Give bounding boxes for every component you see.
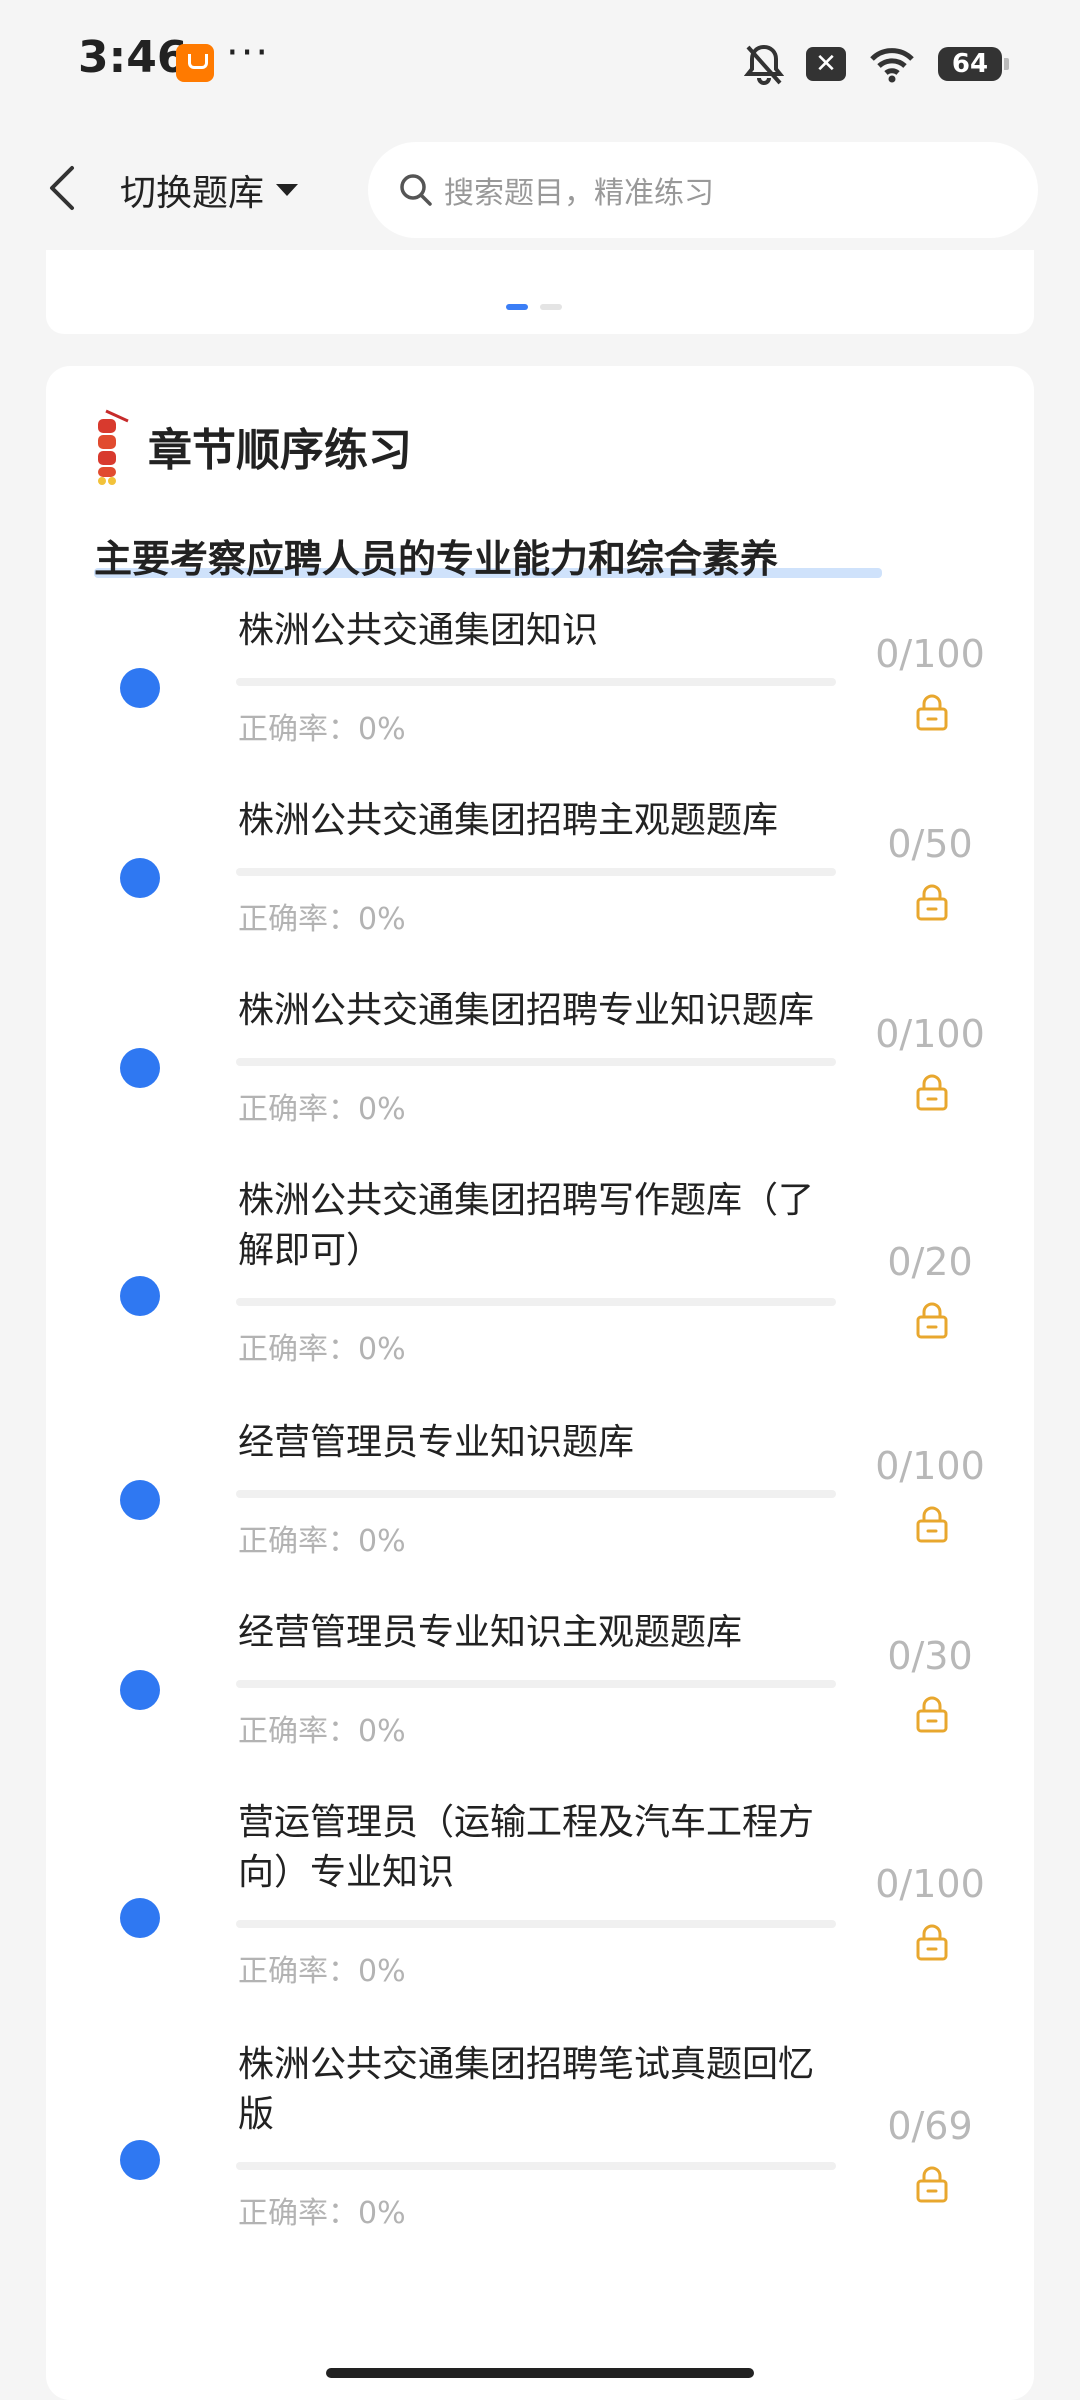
chapter-bullet [120,1276,160,1316]
status-time: 3:46 [78,32,188,83]
chapter-progress-bar [236,868,836,876]
chapter-count: 0/30 [887,1634,973,1678]
battery-icon: 64 [938,47,1009,81]
lock-icon [912,2164,952,2204]
chapter-title: 株洲公共交通集团招聘主观题题库 [238,800,779,841]
chapter-count: 0/100 [875,1862,985,1906]
chapter-accuracy: 正确率：0% [238,902,406,937]
wifi-icon [870,48,914,83]
status-icons: ✕ 64 [744,40,1009,88]
chapter-item[interactable]: 营运管理员（运输工程及汽车工程方向）专业知识正确率：0% 0/100 [46,1798,1034,2040]
chapter-progress-bar [236,678,836,686]
chapter-bullet [120,1898,160,1938]
chapter-item[interactable]: 株洲公共交通集团招聘笔试真题回忆版正确率：0% 0/69 [46,2040,1034,2282]
section-subtitle-text: 主要考察应聘人员的专业能力和综合素养 [94,537,779,581]
chapter-title: 株洲公共交通集团招聘专业知识题库 [238,990,815,1031]
chapter-item[interactable]: 经营管理员专业知识题库正确率：0% 0/100 [46,1418,1034,1608]
chapter-bullet [120,1480,160,1520]
lock-icon [912,1922,952,1962]
lock-icon [912,1072,952,1112]
chapter-count: 0/69 [887,2104,973,2148]
switch-bank-dropdown[interactable]: 切换题库 [120,160,300,220]
bell-off-icon [744,44,784,85]
chapter-count: 0/100 [875,632,985,676]
shopping-bag-icon [176,44,214,82]
chapter-progress-bar [236,1298,836,1306]
chapter-item[interactable]: 经营管理员专业知识主观题题库正确率：0% 0/30 [46,1608,1034,1798]
chapter-bullet [120,1048,160,1088]
chapter-title: 株洲公共交通集团知识 [238,610,599,651]
chapter-accuracy: 正确率：0% [238,712,406,747]
lock-icon [912,1504,952,1544]
chapter-item[interactable]: 株洲公共交通集团招聘专业知识题库正确率：0% 0/100 [46,986,1034,1176]
chapter-accuracy: 正确率：0% [238,1092,406,1127]
chapter-accuracy: 正确率：0% [238,1332,406,1367]
back-arrow-icon[interactable] [42,158,82,218]
chapter-bullet [120,668,160,708]
chapter-progress-bar [236,2162,836,2170]
chapter-accuracy: 正确率：0% [238,1524,406,1559]
chapter-count: 0/50 [887,822,973,866]
status-bar: 3:46 ··· ✕ 64 [0,0,1080,130]
chapter-item[interactable]: 株洲公共交通集团知识正确率：0% 0/100 [46,606,1034,796]
chapter-item[interactable]: 株洲公共交通集团招聘写作题库（了解即可） 正确率：0% 0/20 [46,1176,1034,1418]
chapter-accuracy: 正确率：0% [238,2196,406,2231]
chapter-progress-bar [236,1920,836,1928]
banner-carousel[interactable] [46,250,1034,334]
carousel-indicator-active[interactable] [506,304,528,310]
carousel-indicator[interactable] [540,304,562,310]
chapter-title: 株洲公共交通集团招聘笔试真题回忆版 [238,2044,815,2135]
chapter-count: 0/100 [875,1444,985,1488]
search-input[interactable]: 搜索题目，精准练习 [368,142,1038,238]
lock-icon [912,692,952,732]
section-header: 章节顺序练习 [92,406,412,486]
top-nav: 切换题库 搜索题目，精准练习 [0,130,1080,250]
more-icon: ··· [226,30,271,76]
lock-icon [912,1300,952,1340]
chapter-bullet [120,2140,160,2180]
close-box-icon: ✕ [806,47,846,81]
search-placeholder: 搜索题目，精准练习 [444,176,714,211]
search-icon [400,174,432,206]
home-indicator[interactable] [326,2368,754,2378]
chapter-practice-card: 章节顺序练习 主要考察应聘人员的专业能力和综合素养 株洲公共交通集团知识正确率：… [46,366,1034,2400]
chapter-title: 经营管理员专业知识主观题题库 [238,1612,743,1653]
lock-icon [912,1694,952,1734]
lock-icon [912,882,952,922]
caret-down-icon [276,184,299,196]
chapter-progress-bar [236,1680,836,1688]
chapter-title: 营运管理员（运输工程及汽车工程方向）专业知识 [238,1802,815,1893]
chapter-bullet [120,1670,160,1710]
chapter-accuracy: 正确率：0% [238,1954,406,1989]
chapter-bullet [120,858,160,898]
section-subtitle: 主要考察应聘人员的专业能力和综合素养 [94,528,778,583]
section-title: 章节顺序练习 [148,425,412,476]
chapter-progress-bar [236,1490,836,1498]
chapter-count: 0/100 [875,1012,985,1056]
switch-bank-label: 切换题库 [120,173,265,214]
firecracker-icon [98,409,129,485]
chapter-accuracy: 正确率：0% [238,1714,406,1749]
chapter-count: 0/20 [887,1240,973,1284]
chapter-title: 经营管理员专业知识题库 [238,1422,635,1463]
chapter-title: 株洲公共交通集团招聘写作题库（了解即可） [238,1180,815,1271]
chapter-progress-bar [236,1058,836,1066]
chapter-item[interactable]: 株洲公共交通集团招聘主观题题库正确率：0% 0/50 [46,796,1034,986]
